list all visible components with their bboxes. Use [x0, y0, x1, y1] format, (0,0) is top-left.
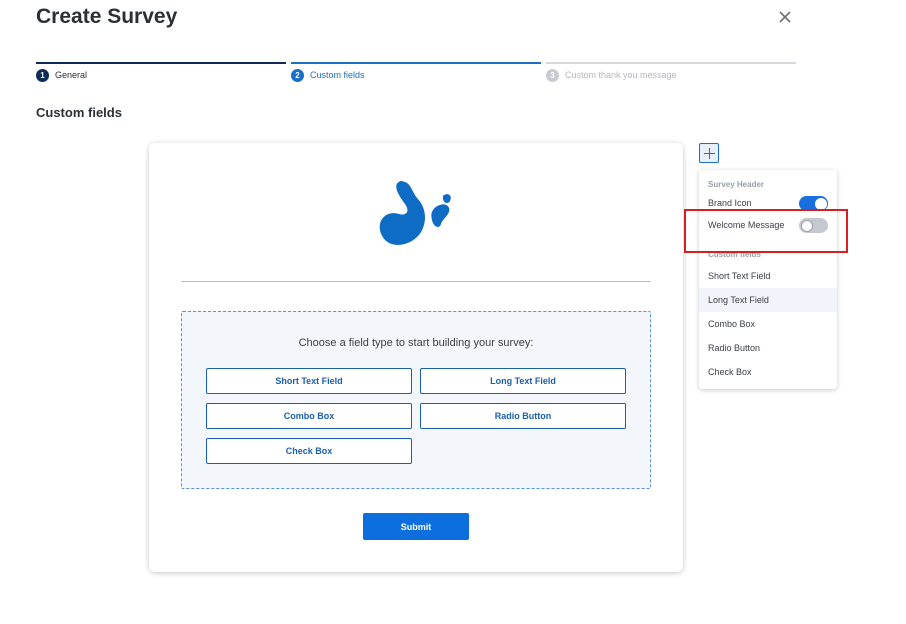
brand-icon-label: Brand Icon	[708, 198, 752, 208]
check-box-button[interactable]: Check Box	[206, 438, 412, 464]
step-label: Custom thank you message	[565, 70, 677, 80]
add-field-button[interactable]	[699, 143, 719, 163]
field-menu-panel: Survey Header Brand Icon Welcome Message…	[699, 170, 837, 389]
radio-button-button[interactable]: Radio Button	[420, 403, 626, 429]
step-label: Custom fields	[310, 70, 365, 80]
step-number: 2	[291, 69, 304, 82]
dropzone-prompt: Choose a field type to start building yo…	[298, 337, 534, 349]
step-number: 3	[546, 69, 559, 82]
close-icon[interactable]	[776, 8, 794, 26]
step-custom-fields[interactable]: 2 Custom fields	[291, 62, 541, 86]
splash-logo-icon	[379, 181, 451, 245]
step-bar	[291, 62, 541, 64]
welcome-message-label: Welcome Message	[708, 220, 785, 230]
menu-item-radio-button[interactable]: Radio Button	[699, 336, 837, 360]
page-title: Create Survey	[36, 5, 178, 28]
step-general[interactable]: 1 General	[36, 62, 286, 86]
section-title: Custom fields	[36, 105, 122, 120]
welcome-message-toggle[interactable]	[799, 218, 828, 233]
step-thank-you[interactable]: 3 Custom thank you message	[546, 62, 796, 86]
toggle-knob	[800, 219, 813, 232]
header-divider	[181, 281, 651, 282]
stepper: 1 General 2 Custom fields 3 Custom thank…	[36, 62, 796, 86]
menu-item-short-text-field[interactable]: Short Text Field	[699, 264, 837, 288]
menu-item-long-text-field[interactable]: Long Text Field	[699, 288, 837, 312]
field-dropzone[interactable]: Choose a field type to start building yo…	[181, 311, 651, 489]
combo-box-button[interactable]: Combo Box	[206, 403, 412, 429]
survey-header-heading: Survey Header	[708, 180, 765, 189]
brand-icon-toggle[interactable]	[799, 196, 828, 211]
survey-preview-card: Choose a field type to start building yo…	[149, 143, 683, 572]
step-bar	[546, 62, 796, 64]
step-label: General	[55, 70, 88, 80]
submit-button[interactable]: Submit	[363, 513, 469, 540]
toggle-knob	[814, 197, 827, 210]
menu-item-combo-box[interactable]: Combo Box	[699, 312, 837, 336]
menu-item-check-box[interactable]: Check Box	[699, 360, 837, 384]
step-bar	[36, 62, 286, 64]
custom-fields-heading: Custom fields	[708, 250, 761, 259]
long-text-field-button[interactable]: Long Text Field	[420, 368, 626, 394]
step-number: 1	[36, 69, 49, 82]
short-text-field-button[interactable]: Short Text Field	[206, 368, 412, 394]
